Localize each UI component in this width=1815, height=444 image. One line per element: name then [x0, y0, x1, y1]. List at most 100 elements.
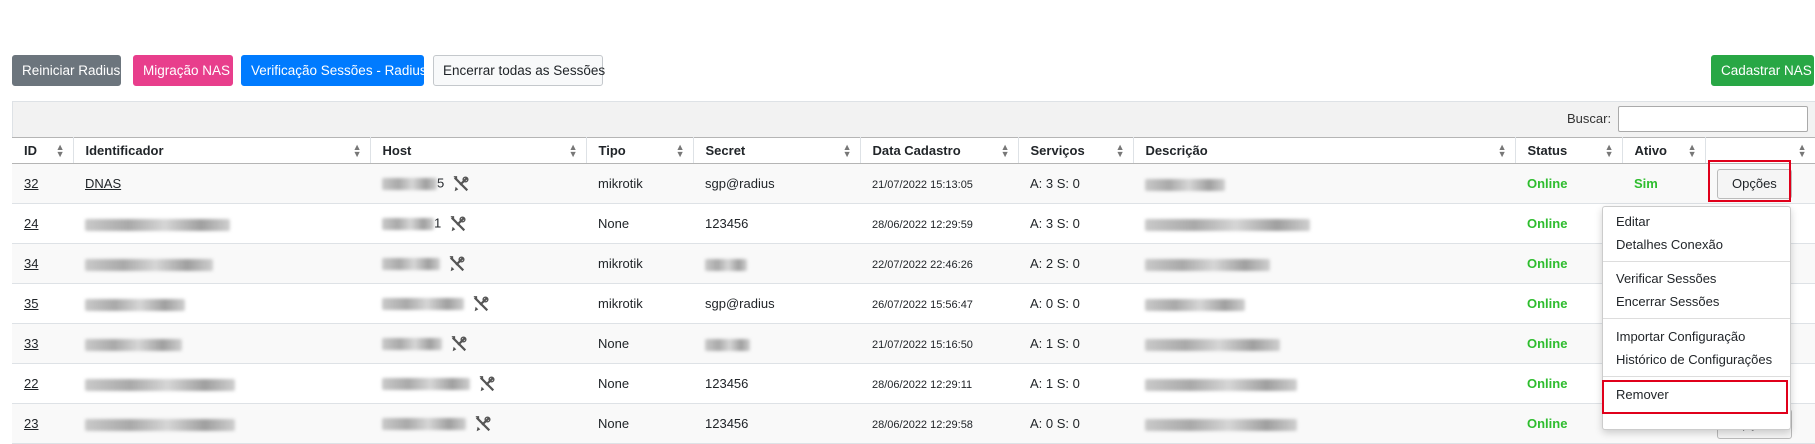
options-button[interactable]: Opções — [1717, 168, 1792, 199]
search-label: Buscar: — [1567, 111, 1612, 126]
column-header-tipo[interactable]: Tipo ▲ ▼ — [586, 137, 694, 164]
status-badge: Online — [1527, 216, 1568, 231]
id-link[interactable]: 24 — [24, 216, 38, 231]
menu-item-editar[interactable]: Editar — [1616, 214, 1650, 229]
id-link[interactable]: 32 — [24, 176, 38, 191]
secret-text: 123456 — [705, 376, 749, 391]
table-row: 33 None 21/07/2022 15:16:50 A: 1 S: 0 Online — [12, 323, 1815, 364]
tools-icon[interactable] — [472, 295, 490, 313]
column-header-servicos[interactable]: Serviços ▲ ▼ — [1018, 137, 1134, 164]
redacted-text — [85, 218, 230, 231]
redacted-text — [85, 378, 235, 391]
tipo-text: None — [598, 216, 630, 231]
end-all-sessions-button[interactable]: Encerrar todas as Sessões — [433, 55, 605, 86]
menu-item-encerrar-sessoes[interactable]: Encerrar Sessões — [1616, 294, 1719, 309]
column-header-identificador[interactable]: Identificador ▲ ▼ — [73, 137, 371, 164]
id-link[interactable]: 35 — [24, 296, 38, 311]
column-header-actions[interactable]: ▲ ▼ — [1705, 137, 1815, 164]
column-header-id[interactable]: ID ▲ ▼ — [12, 137, 74, 164]
redacted-text — [85, 258, 213, 271]
sort-icon: ▲ ▼ — [1497, 142, 1507, 159]
identificador-link[interactable]: DNAS — [85, 176, 121, 191]
tipo-text: None — [598, 416, 630, 431]
sort-icon: ▲ ▼ — [1604, 142, 1614, 159]
menu-item-importar-configuracao[interactable]: Importar Configuração — [1616, 329, 1745, 344]
search-input[interactable] — [1618, 106, 1808, 132]
id-link[interactable]: 33 — [24, 336, 38, 351]
tipo-text: None — [598, 336, 630, 351]
column-header-descricao[interactable]: Descrição ▲ ▼ — [1133, 137, 1516, 164]
nas-table: ID ▲ ▼ Identificador ▲ ▼ Host ▲ ▼ Tipo ▲ ▼ Secre… — [12, 137, 1815, 444]
restart-radius-button[interactable]: Reiniciar Radius — [12, 55, 121, 86]
secret-text: sgp@radius — [705, 296, 775, 311]
tipo-text: None — [598, 376, 630, 391]
tools-icon[interactable] — [450, 335, 468, 353]
register-nas-button[interactable]: Cadastrar NAS — [1711, 55, 1814, 86]
id-link[interactable]: 23 — [24, 416, 38, 431]
redacted-description — [1145, 258, 1270, 271]
redacted-text — [85, 418, 235, 431]
data-cadastro-text: 21/07/2022 15:16:50 — [872, 339, 973, 351]
migrate-nas-button[interactable]: Migração NAS — [133, 55, 233, 86]
redacted-text — [85, 338, 182, 351]
secret-text: 123456 — [705, 416, 749, 431]
menu-item-verificar-sessoes[interactable]: Verificar Sessões — [1616, 271, 1716, 286]
id-link[interactable]: 22 — [24, 376, 38, 391]
table-row: 35 mikrotik sgp@radius 26/07/2022 15:56:47 A… — [12, 283, 1815, 324]
redacted-text — [705, 338, 750, 351]
redacted-description — [1145, 378, 1297, 391]
menu-item-detalhes-conexao[interactable]: Detalhes Conexão — [1616, 237, 1723, 252]
servicos-text: A: 0 S: 0 — [1030, 416, 1080, 431]
redacted-text — [705, 258, 747, 271]
column-header-ativo[interactable]: Ativo ▲ ▼ — [1622, 137, 1706, 164]
tools-icon[interactable] — [449, 215, 467, 233]
column-header-host[interactable]: Host ▲ ▼ — [370, 137, 587, 164]
redacted-description — [1145, 338, 1280, 351]
options-dropdown-menu: Editar Detalhes Conexão Verificar Sessõe… — [1602, 206, 1791, 430]
table-row: 32 DNAS 5 mikrotik sgp@radius 21/07/2022 15:1… — [12, 163, 1815, 204]
redacted-host — [382, 257, 440, 270]
tipo-text: mikrotik — [598, 256, 643, 271]
menu-divider — [1603, 318, 1790, 319]
servicos-text: A: 3 S: 0 — [1030, 216, 1080, 231]
toolbar: Reiniciar Radius Migração NAS Verificaçã… — [12, 55, 1815, 86]
table-row: 34 mikrotik 22/07/2022 22:46:26 A: 2 S: 0 On… — [12, 243, 1815, 284]
sort-icon: ▲ ▼ — [1687, 142, 1697, 159]
menu-item-historico-configuracoes[interactable]: Histórico de Configurações — [1616, 352, 1772, 367]
status-badge: Online — [1527, 176, 1568, 191]
servicos-text: A: 0 S: 0 — [1030, 296, 1080, 311]
data-cadastro-text: 28/06/2022 12:29:11 — [872, 379, 973, 391]
sort-icon: ▲ ▼ — [568, 142, 578, 159]
sort-icon: ▲ ▼ — [1115, 142, 1125, 159]
servicos-text: A: 1 S: 0 — [1030, 336, 1080, 351]
host-suffix: 1 — [434, 214, 442, 230]
redacted-text — [85, 298, 185, 311]
redacted-host — [382, 417, 466, 430]
tools-icon[interactable] — [452, 175, 470, 193]
tools-icon[interactable] — [448, 255, 466, 273]
redacted-host — [382, 377, 470, 390]
redacted-host — [382, 337, 442, 350]
status-badge: Online — [1527, 416, 1568, 431]
data-cadastro-text: 28/06/2022 12:29:59 — [872, 219, 973, 231]
sort-icon: ▲ ▼ — [1797, 142, 1807, 159]
data-cadastro-text: 22/07/2022 22:46:26 — [872, 259, 973, 271]
verify-sessions-button[interactable]: Verificação Sessões - Radius — [241, 55, 427, 86]
sort-icon: ▲ ▼ — [55, 142, 65, 159]
data-cadastro-text: 28/06/2022 12:29:58 — [872, 419, 973, 431]
table-header: ID ▲ ▼ Identificador ▲ ▼ Host ▲ ▼ Tipo ▲ ▼ Secre… — [12, 137, 1815, 164]
menu-item-remover[interactable]: Remover — [1616, 387, 1669, 402]
table-row: 22 None 123456 28/06/2022 12:29:11 A: 1 S: 0… — [12, 363, 1815, 404]
table-row: 24 1 None 123456 28/06/2022 12:29:59 A: 3 S: … — [12, 203, 1815, 244]
status-badge: Online — [1527, 336, 1568, 351]
redacted-host — [382, 217, 434, 230]
ativo-value: Sim — [1634, 176, 1658, 191]
column-header-status[interactable]: Status ▲ ▼ — [1515, 137, 1623, 164]
id-link[interactable]: 34 — [24, 256, 38, 271]
column-header-secret[interactable]: Secret ▲ ▼ — [693, 137, 861, 164]
column-header-data-cadastro[interactable]: Data Cadastro ▲ ▼ — [860, 137, 1019, 164]
table-row: 23 None 123456 28/06/2022 12:29:58 A: 0 S: 0… — [12, 403, 1815, 444]
tools-icon[interactable] — [478, 375, 496, 393]
status-badge: Online — [1527, 376, 1568, 391]
sort-icon: ▲ ▼ — [842, 142, 852, 159]
